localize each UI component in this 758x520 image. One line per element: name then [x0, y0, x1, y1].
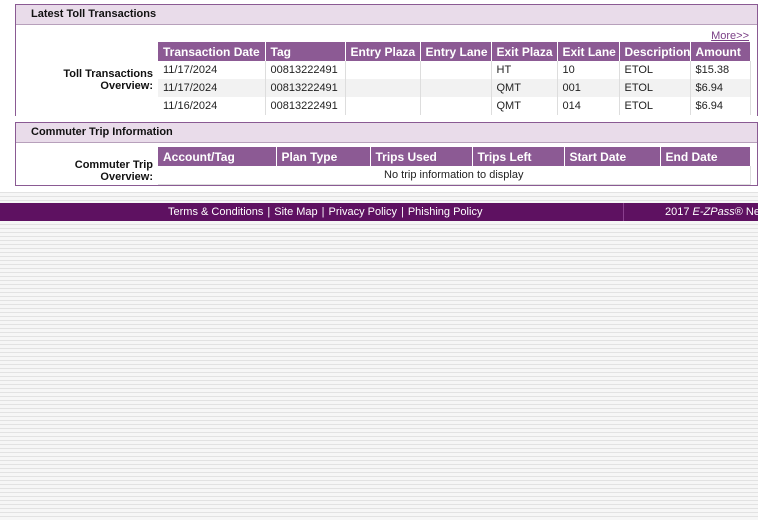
entry-lane-cell: [420, 97, 492, 115]
page: Latest Toll Transactions More>> Toll Tra…: [0, 0, 758, 520]
transaction-date-cell: 11/16/2024: [158, 97, 266, 115]
copyright-text: 2017 E-ZPass® New Y: [665, 203, 758, 221]
phishing-policy-link[interactable]: Phishing Policy: [408, 206, 483, 218]
tag-cell: 00813222491: [265, 79, 346, 97]
column-header-description[interactable]: Description: [619, 42, 691, 61]
column-header-account-tag[interactable]: Account/Tag: [158, 147, 277, 166]
description-cell: ETOL: [619, 97, 691, 115]
column-header-end-date[interactable]: End Date: [660, 147, 751, 166]
table-header-row: Account/Tag Plan Type Trips Used Trips L…: [158, 147, 751, 166]
column-header-exit-lane[interactable]: Exit Lane: [557, 42, 620, 61]
no-trip-message: No trip information to display: [158, 166, 751, 185]
exit-lane-cell: 001: [557, 79, 620, 97]
entry-plaza-cell: [345, 79, 421, 97]
column-header-transaction-date[interactable]: Transaction Date: [158, 42, 266, 61]
exit-plaza-cell: QMT: [491, 79, 558, 97]
toll-transactions-table: Transaction Date Tag Entry Plaza Entry L…: [158, 42, 751, 115]
toll-transactions-header: Latest Toll Transactions: [16, 4, 757, 25]
amount-cell: $6.94: [690, 97, 751, 115]
column-header-exit-plaza[interactable]: Exit Plaza: [491, 42, 558, 61]
description-cell: ETOL: [619, 79, 691, 97]
more-transactions-link[interactable]: More>>: [711, 30, 749, 42]
copyright-prefix: 2017: [665, 206, 693, 218]
column-header-tag[interactable]: Tag: [265, 42, 346, 61]
exit-lane-cell: 014: [557, 97, 620, 115]
amount-cell: $15.38: [690, 61, 751, 79]
commuter-trip-table: Account/Tag Plan Type Trips Used Trips L…: [158, 147, 751, 185]
amount-cell: $6.94: [690, 79, 751, 97]
tag-cell: 00813222491: [265, 61, 346, 79]
column-header-plan-type[interactable]: Plan Type: [276, 147, 371, 166]
entry-plaza-cell: [345, 61, 421, 79]
toll-transactions-overview-label: Toll Transactions Overview:: [63, 68, 153, 92]
commuter-trip-header: Commuter Trip Information: [16, 122, 757, 143]
footer-divider: [623, 203, 624, 221]
footer-separator: |: [321, 206, 325, 218]
column-header-trips-used[interactable]: Trips Used: [370, 147, 473, 166]
exit-plaza-cell: QMT: [491, 97, 558, 115]
column-header-trips-left[interactable]: Trips Left: [472, 147, 565, 166]
footer-separator: |: [267, 206, 271, 218]
entry-lane-cell: [420, 79, 492, 97]
terms-conditions-link[interactable]: Terms & Conditions: [168, 206, 263, 218]
column-header-amount[interactable]: Amount: [690, 42, 751, 61]
exit-plaza-cell: HT: [491, 61, 558, 79]
commuter-trip-overview-label: Commuter Trip Overview:: [74, 159, 153, 183]
copyright-suffix: ® New Y: [734, 206, 758, 218]
entry-plaza-cell: [345, 97, 421, 115]
transaction-date-cell: 11/17/2024: [158, 79, 266, 97]
exit-lane-cell: 10: [557, 61, 620, 79]
site-map-link[interactable]: Site Map: [274, 206, 317, 218]
tag-cell: 00813222491: [265, 97, 346, 115]
footer-links: Terms & Conditions | Site Map | Privacy Poli…: [168, 203, 482, 221]
privacy-policy-link[interactable]: Privacy Policy: [329, 206, 397, 218]
column-header-start-date[interactable]: Start Date: [564, 147, 661, 166]
empty-row: No trip information to display: [158, 166, 751, 185]
content-area: Latest Toll Transactions More>> Toll Tra…: [0, 0, 758, 192]
footer-separator: |: [400, 206, 404, 218]
copyright-brand: E-ZPass: [692, 206, 735, 218]
toll-transactions-panel: Latest Toll Transactions More>> Toll Tra…: [15, 4, 758, 116]
transaction-date-cell: 11/17/2024: [158, 61, 266, 79]
footer-bar: Terms & Conditions | Site Map | Privacy Poli…: [0, 203, 758, 221]
description-cell: ETOL: [619, 61, 691, 79]
table-header-row: Transaction Date Tag Entry Plaza Entry L…: [158, 42, 751, 61]
column-header-entry-plaza[interactable]: Entry Plaza: [345, 42, 421, 61]
table-row: 11/17/2024 00813222491 QMT 001 ETOL $6.9…: [158, 79, 751, 97]
table-row: 11/16/2024 00813222491 QMT 014 ETOL $6.9…: [158, 97, 751, 115]
column-header-entry-lane[interactable]: Entry Lane: [420, 42, 492, 61]
entry-lane-cell: [420, 61, 492, 79]
commuter-trip-panel: Commuter Trip Information Commuter Trip …: [15, 122, 758, 186]
table-row: 11/17/2024 00813222491 HT 10 ETOL $15.38: [158, 61, 751, 79]
